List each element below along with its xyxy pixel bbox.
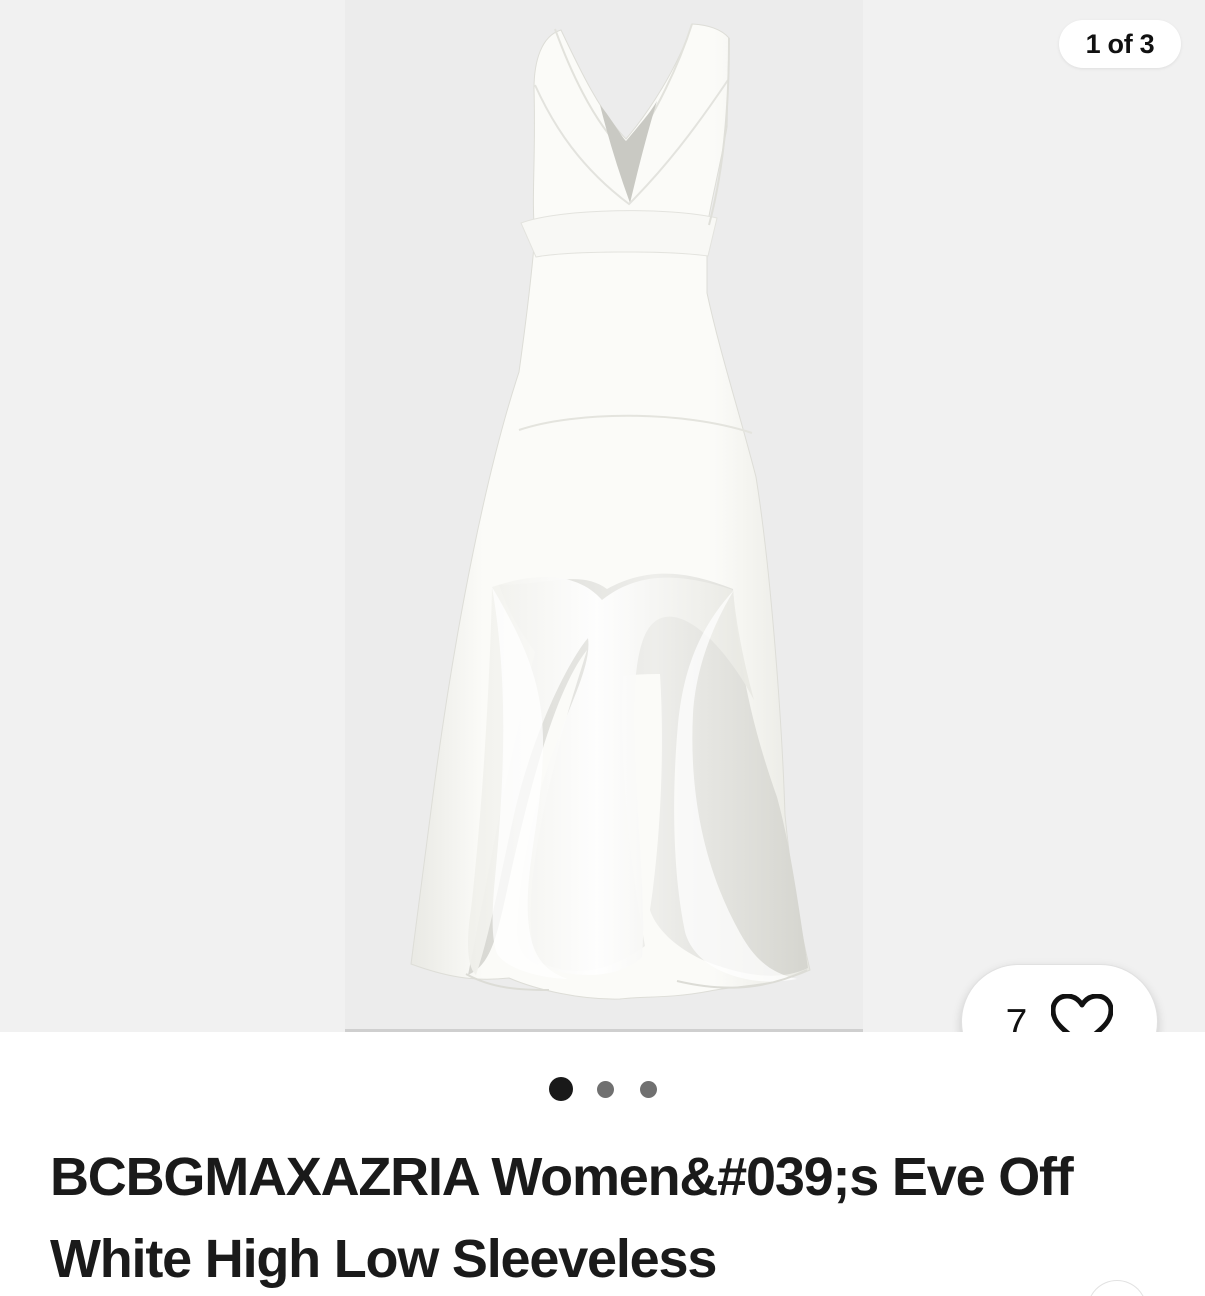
- carousel-dot-2[interactable]: [597, 1081, 614, 1098]
- product-title: BCBGMAXAZRIA Women&#039;s Eve Off White …: [50, 1147, 1074, 1289]
- image-counter: 1 of 3: [1059, 20, 1181, 68]
- image-carousel-dots: [547, 1077, 659, 1103]
- carousel-dot-3[interactable]: [640, 1081, 657, 1098]
- watch-button[interactable]: 7: [961, 964, 1158, 1032]
- image-gallery[interactable]: 1 of 3 7: [0, 0, 1205, 1032]
- product-listing-page: 1 of 3 7 BCBGMAXAZRIA Women&#039;s Eve O…: [0, 0, 1205, 1296]
- carousel-dot-1-active[interactable]: [549, 1077, 573, 1101]
- image-bottom-divider: [345, 1029, 863, 1032]
- heart-icon: [1051, 993, 1114, 1032]
- dress-image: [345, 0, 863, 1032]
- product-photo[interactable]: [345, 0, 863, 1032]
- watch-count: 7: [1005, 1002, 1028, 1032]
